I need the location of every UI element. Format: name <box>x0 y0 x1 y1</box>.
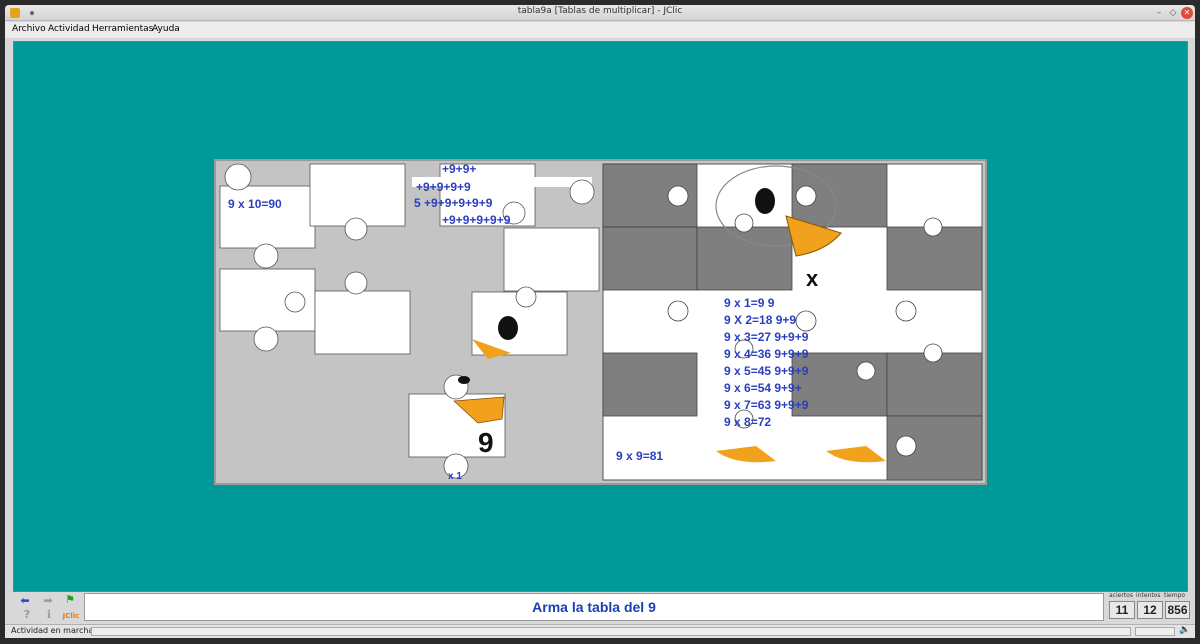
menu-bar: Archivo Actividad Herramientas Ayuda <box>5 22 1195 38</box>
arrow-left-icon[interactable]: ⬅ <box>19 595 31 607</box>
table-line: 9 x 6=54 9+9+ <box>724 381 802 395</box>
loose-text-nine: 9 <box>478 427 494 458</box>
menu-ayuda[interactable]: Ayuda <box>152 24 180 34</box>
table-line: 9 x 1=9 9 <box>724 296 775 310</box>
loose-text: x 1 <box>448 471 462 482</box>
puzzle-piece[interactable] <box>602 226 698 291</box>
puzzle-knob <box>895 300 917 322</box>
puzzle-piece[interactable] <box>886 352 983 417</box>
tiempo-counter: 856 <box>1165 601 1190 619</box>
status-bar: Actividad en marcha 🔈 <box>5 624 1195 638</box>
duck-x-mark: x <box>806 266 819 291</box>
puzzle-knob <box>895 435 917 457</box>
tiempo-label: tiempo <box>1164 592 1186 599</box>
puzzle-knob <box>795 310 817 332</box>
intentos-counter: 12 <box>1137 601 1163 619</box>
status-text: Actividad en marcha <box>11 626 94 635</box>
title-bar: tabla9a [Tablas de multiplicar] - JClic … <box>5 5 1195 21</box>
loose-text: 9 x 10=90 <box>228 197 282 211</box>
loose-piece[interactable] <box>309 163 406 227</box>
info-icon[interactable]: ℹ <box>43 609 55 621</box>
table-line: 9 x 7=63 9+9+9 <box>724 398 809 412</box>
minimize-icon[interactable]: – <box>1153 7 1165 19</box>
puzzle-knob <box>923 343 943 363</box>
arrow-right-icon[interactable]: ➡ <box>42 595 54 607</box>
loose-piece[interactable] <box>503 227 600 292</box>
loose-pieces <box>219 163 600 479</box>
table-line: 9 X 2=18 9+9 <box>724 313 796 327</box>
puzzle-canvas: x 9 x 1=9 9 9 X 2=18 9+9 9 x 3=27 9+9+9 9 x… <box>219 162 983 482</box>
activity-message: Arma la tabla del 9 <box>532 599 656 615</box>
message-box: Arma la tabla del 9 <box>84 593 1104 621</box>
question-icon[interactable]: ? <box>21 609 33 621</box>
puzzle-piece[interactable] <box>602 352 698 417</box>
loose-text: +9+9+9+9 <box>416 180 471 194</box>
aciertos-counter: 11 <box>1109 601 1135 619</box>
table-line: 9 x 9=81 <box>616 449 663 463</box>
puzzle-knob <box>795 185 817 207</box>
loose-text: +9+9+9+9+9 <box>442 213 511 227</box>
puzzle-knob <box>667 300 689 322</box>
window-title: tabla9a [Tablas de multiplicar] - JClic <box>517 6 683 16</box>
activity-stage: x 9 x 1=9 9 9 X 2=18 9+9 9 x 3=27 9+9+9 9 x… <box>13 41 1188 592</box>
jclic-logo-icon[interactable]: JClic <box>62 610 80 622</box>
loose-text: 5 +9+9+9+9+9 <box>414 196 493 210</box>
puzzle-knob <box>923 217 943 237</box>
progress-bar-secondary <box>1135 627 1175 636</box>
table-line: 9 x 8=72 <box>724 415 771 429</box>
bottom-panel: ⬅ ➡ ⚑ ? ℹ JClic Arma la tabla del 9 acie… <box>9 592 1191 622</box>
puzzle-knob <box>667 185 689 207</box>
menu-actividad[interactable]: Actividad <box>48 24 90 34</box>
puzzle-knob <box>734 213 754 233</box>
table-line: 9 x 3=27 9+9+9 <box>724 330 809 344</box>
table-line: 9 x 5=45 9+9+9 <box>724 364 809 378</box>
puzzle-board: x 9 x 1=9 9 9 X 2=18 9+9 9 x 3=27 9+9+9 9 x… <box>214 159 987 485</box>
duck-eye <box>755 188 775 214</box>
progress-bar <box>91 627 1131 636</box>
jclic-window: tabla9a [Tablas de multiplicar] - JClic … <box>5 5 1195 638</box>
loose-text: +9+9+ <box>442 162 476 176</box>
table-line: 9 x 4=36 9+9+9 <box>724 347 809 361</box>
green-flag-icon[interactable]: ⚑ <box>64 594 76 606</box>
menu-herramientas[interactable]: Herramientas <box>92 24 153 34</box>
speaker-icon[interactable]: 🔈 <box>1179 625 1190 635</box>
aciertos-label: aciertos <box>1109 592 1133 599</box>
puzzle-piece[interactable] <box>696 226 793 291</box>
loose-piece[interactable] <box>219 185 316 249</box>
loose-piece[interactable] <box>314 290 411 355</box>
close-icon[interactable]: ✕ <box>1181 7 1193 19</box>
puzzle-knob <box>856 361 876 381</box>
maximize-icon[interactable]: ◇ <box>1167 7 1179 19</box>
menu-archivo[interactable]: Archivo <box>12 24 46 34</box>
intentos-label: intentos <box>1136 592 1161 599</box>
puzzle-piece[interactable] <box>886 226 983 291</box>
counters-panel: aciertos intentos tiempo 11 12 856 <box>1107 592 1191 622</box>
